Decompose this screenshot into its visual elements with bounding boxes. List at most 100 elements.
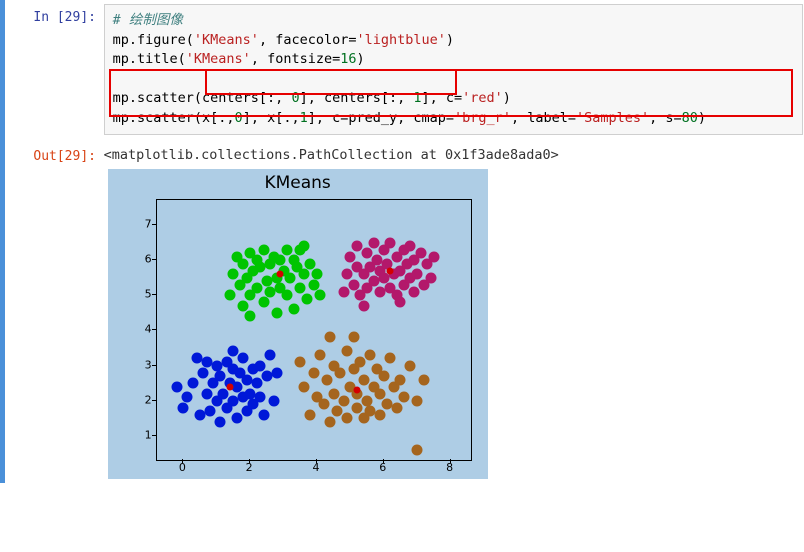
ytick: 7	[124, 217, 152, 230]
data-point	[425, 272, 436, 283]
ytick: 2	[124, 393, 152, 406]
data-point	[201, 388, 212, 399]
data-point	[218, 388, 229, 399]
data-point	[325, 332, 336, 343]
data-point	[405, 360, 416, 371]
data-point	[178, 402, 189, 413]
data-point	[298, 381, 309, 392]
data-point	[255, 392, 266, 403]
data-point	[251, 378, 262, 389]
data-point	[225, 290, 236, 301]
data-point	[171, 381, 182, 392]
data-point	[395, 297, 406, 308]
data-point	[188, 378, 199, 389]
data-point	[205, 406, 216, 417]
ytick: 6	[124, 253, 152, 266]
data-point	[375, 388, 386, 399]
data-point	[362, 395, 373, 406]
data-point	[378, 371, 389, 382]
data-point	[231, 413, 242, 424]
data-point	[228, 269, 239, 280]
ytick: 5	[124, 288, 152, 301]
data-point	[295, 283, 306, 294]
notebook: In [29]: # 绘制图像 mp.figure('KMeans', face…	[0, 0, 804, 483]
data-point	[342, 269, 353, 280]
data-point	[328, 388, 339, 399]
data-point	[308, 279, 319, 290]
cluster-center	[277, 271, 284, 278]
data-point	[355, 356, 366, 367]
data-point	[335, 367, 346, 378]
data-point	[271, 307, 282, 318]
data-point	[268, 395, 279, 406]
data-point	[238, 353, 249, 364]
code-comment: # 绘制图像	[113, 12, 183, 28]
data-point	[245, 311, 256, 322]
data-point	[181, 392, 192, 403]
ytick: 1	[124, 428, 152, 441]
data-point	[385, 353, 396, 364]
data-point	[405, 241, 416, 252]
data-point	[415, 248, 426, 259]
cluster-center	[387, 267, 394, 274]
data-point	[412, 444, 423, 455]
data-point	[238, 300, 249, 311]
data-point	[295, 356, 306, 367]
chart-title: KMeans	[108, 173, 488, 193]
data-point	[338, 286, 349, 297]
data-point	[345, 251, 356, 262]
data-point	[298, 269, 309, 280]
data-point	[412, 269, 423, 280]
ytick: 3	[124, 358, 152, 371]
data-point	[315, 349, 326, 360]
ytick: 4	[124, 323, 152, 336]
data-point	[298, 241, 309, 252]
data-point	[191, 353, 202, 364]
data-point	[305, 258, 316, 269]
data-point	[288, 304, 299, 315]
data-point	[198, 367, 209, 378]
data-point	[315, 290, 326, 301]
data-point	[281, 290, 292, 301]
output-cell: Out[29]: <matplotlib.collections.PathCol…	[5, 139, 804, 483]
data-point	[215, 416, 226, 427]
data-point	[271, 367, 282, 378]
data-point	[338, 395, 349, 406]
data-point	[308, 367, 319, 378]
data-point	[238, 258, 249, 269]
data-point	[281, 244, 292, 255]
data-point	[305, 409, 316, 420]
data-point	[321, 374, 332, 385]
out-prompt: Out[29]:	[5, 143, 100, 164]
data-point	[358, 300, 369, 311]
chart-output: KMeans 123456702468	[108, 169, 488, 479]
data-point	[251, 283, 262, 294]
data-point	[265, 349, 276, 360]
input-cell: In [29]: # 绘制图像 mp.figure('KMeans', face…	[5, 0, 804, 139]
data-point	[395, 374, 406, 385]
data-point	[318, 399, 329, 410]
data-point	[258, 297, 269, 308]
in-prompt: In [29]:	[5, 4, 100, 25]
data-point	[348, 279, 359, 290]
data-point	[258, 244, 269, 255]
data-point	[348, 332, 359, 343]
data-point	[332, 406, 343, 417]
data-point	[375, 409, 386, 420]
data-point	[255, 360, 266, 371]
data-point	[325, 416, 336, 427]
data-point	[285, 272, 296, 283]
data-point	[368, 237, 379, 248]
data-point	[215, 371, 226, 382]
plot-area	[156, 199, 472, 461]
data-point	[311, 269, 322, 280]
code-input[interactable]: # 绘制图像 mp.figure('KMeans', facecolor='li…	[104, 4, 803, 135]
data-point	[412, 395, 423, 406]
data-point	[398, 392, 409, 403]
data-point	[385, 237, 396, 248]
data-point	[362, 248, 373, 259]
data-point	[258, 409, 269, 420]
data-point	[275, 255, 286, 266]
data-point	[342, 346, 353, 357]
data-point	[301, 293, 312, 304]
